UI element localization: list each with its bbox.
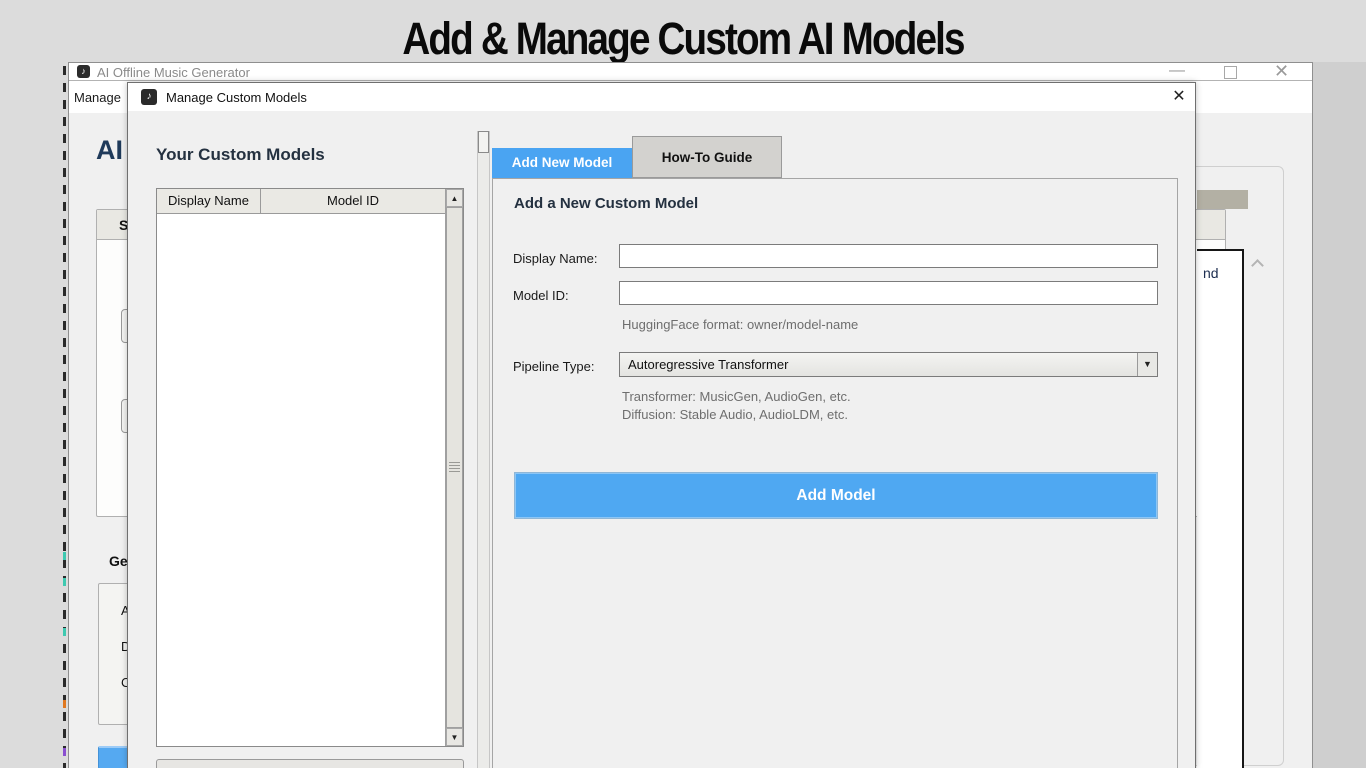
dialog-titlebar: ♪ Manage Custom Models ✕ xyxy=(128,83,1195,111)
scroll-up-icon[interactable]: ▲ xyxy=(446,189,463,207)
app-window-title: AI Offline Music Generator xyxy=(97,65,250,80)
pipeline-hint-transformer: Transformer: MusicGen, AudioGen, etc. xyxy=(622,389,851,404)
scrollbar-grip xyxy=(449,462,460,473)
pipeline-type-label: Pipeline Type: xyxy=(513,359,594,374)
scroll-down-icon[interactable]: ▼ xyxy=(446,728,463,746)
desktop-artifact-tick xyxy=(63,578,66,586)
log-text-fragment: nd xyxy=(1203,265,1219,281)
menu-item-manage[interactable]: Manage xyxy=(74,90,121,105)
dialog-close-button[interactable]: ✕ xyxy=(1166,85,1192,109)
table-action-button-fragment[interactable] xyxy=(156,759,464,768)
desktop-artifact-tick xyxy=(63,552,66,560)
desktop-artifact-tick xyxy=(63,748,66,756)
table-scrollbar[interactable]: ▲ ▼ xyxy=(445,189,463,746)
desktop-background xyxy=(1313,62,1366,768)
add-model-form-panel: Add a New Custom Model Display Name: Mod… xyxy=(492,178,1178,768)
maximize-button[interactable] xyxy=(1224,66,1237,79)
column-header-display-name[interactable]: Display Name xyxy=(157,189,261,214)
form-heading: Add a New Custom Model xyxy=(514,195,698,212)
app-heading-fragment: AI xyxy=(96,135,123,166)
pipeline-type-select[interactable]: Autoregressive Transformer ▼ xyxy=(619,352,1158,377)
model-id-label: Model ID: xyxy=(513,288,569,303)
dialog-scrollbar-thumb[interactable] xyxy=(478,131,489,153)
display-name-input[interactable] xyxy=(619,244,1158,268)
manage-custom-models-dialog: ♪ Manage Custom Models ✕ Your Custom Mod… xyxy=(127,82,1196,768)
model-id-input[interactable] xyxy=(619,281,1158,305)
table-scrollbar-thumb[interactable] xyxy=(446,207,463,728)
generate-button-fragment[interactable] xyxy=(98,746,129,768)
display-name-label: Display Name: xyxy=(513,251,598,266)
custom-models-table: Display Name Model ID ▲ ▼ xyxy=(156,188,464,747)
dialog-icon: ♪ xyxy=(141,89,157,105)
log-panel-fragment: nd xyxy=(1197,249,1244,768)
tab-how-to-guide[interactable]: How-To Guide xyxy=(632,136,782,178)
pipeline-hint-diffusion: Diffusion: Stable Audio, AudioLDM, etc. xyxy=(622,407,848,422)
model-id-hint: HuggingFace format: owner/model-name xyxy=(622,317,858,332)
chevron-down-icon[interactable]: ▼ xyxy=(1137,353,1157,376)
tab-add-new-model[interactable]: Add New Model xyxy=(492,148,632,178)
close-button[interactable]: ✕ xyxy=(1274,62,1289,82)
column-header-model-id[interactable]: Model ID xyxy=(261,189,446,214)
your-custom-models-heading: Your Custom Models xyxy=(156,145,325,165)
app-titlebar: ♪ AI Offline Music Generator xyxy=(69,63,1312,81)
pipeline-type-selected-value: Autoregressive Transformer xyxy=(628,353,788,377)
desktop-artifact-tick xyxy=(63,700,66,708)
progress-bar-fragment xyxy=(1197,190,1248,209)
page-title: Add & Manage Custom AI Models xyxy=(55,0,1312,65)
app-icon: ♪ xyxy=(77,65,90,78)
desktop-artifact-tick xyxy=(63,628,66,636)
add-model-button[interactable]: Add Model xyxy=(514,472,1158,519)
dialog-title: Manage Custom Models xyxy=(166,90,307,105)
minimize-button[interactable]: — xyxy=(1169,62,1185,80)
desktop-artifact-line xyxy=(63,66,66,768)
banner: Add & Manage Custom AI Models xyxy=(0,0,1366,62)
dialog-scrollbar[interactable] xyxy=(477,131,490,768)
